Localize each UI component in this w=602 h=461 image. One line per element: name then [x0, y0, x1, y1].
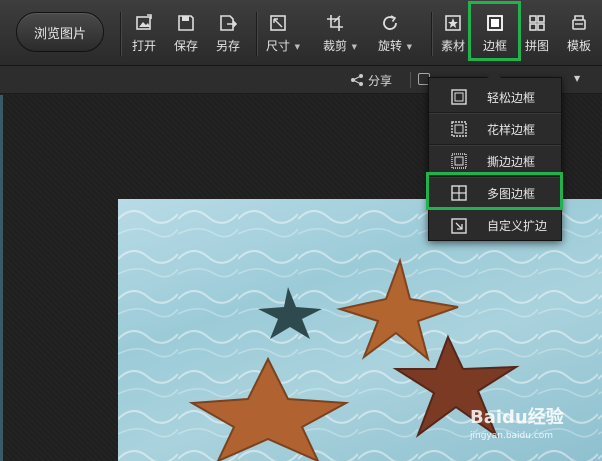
browse-images-button[interactable]: 浏览图片: [16, 12, 104, 52]
chevron-down-icon: ▼: [406, 43, 412, 51]
watermark-main: Baidu经验: [470, 407, 564, 428]
torn-border-icon: [451, 153, 467, 169]
rotate-icon: [383, 15, 397, 30]
chevron-down-icon: ▼: [294, 43, 300, 51]
custom-expand-icon: [451, 217, 467, 234]
material-label: 素材: [440, 39, 465, 53]
subbar-divider: [410, 72, 411, 88]
menu-label: 撕边边框: [487, 154, 536, 169]
rotate-label: 旋转: [377, 39, 402, 53]
save-button[interactable]: 保存: [167, 8, 205, 58]
open-label: 打开: [131, 39, 156, 53]
toolbar-divider: [431, 12, 432, 56]
menu-label: 轻松边框: [487, 90, 536, 105]
save-label: 保存: [173, 39, 198, 53]
share-icon: [351, 74, 363, 86]
open-button[interactable]: 打开: [125, 8, 163, 58]
menu-item-custom-expand[interactable]: 自定义扩边: [429, 210, 561, 241]
save-as-icon: [220, 15, 237, 31]
crop-label: 裁剪: [322, 39, 347, 53]
resize-button[interactable]: 尺寸 ▼: [259, 8, 300, 58]
border-button-highlight: [468, 1, 521, 61]
save-as-label: 另存: [215, 39, 240, 53]
collage-button[interactable]: 拼图: [518, 8, 556, 58]
collage-label: 拼图: [524, 39, 549, 53]
watermark-url: jingyan.baidu.com: [470, 431, 554, 441]
menu-item-pattern-border[interactable]: 花样边框: [429, 114, 561, 145]
rotate-button[interactable]: 旋转 ▼: [371, 8, 412, 58]
chevron-down-icon[interactable]: ▼: [574, 74, 580, 83]
crop-button[interactable]: 裁剪 ▼: [316, 8, 357, 58]
share-button[interactable]: 分享: [350, 71, 392, 89]
save-icon: [178, 15, 194, 31]
crop-icon: [327, 15, 343, 31]
material-button[interactable]: 素材: [434, 8, 472, 58]
chevron-down-icon: ▼: [351, 43, 357, 51]
toolbar-divider: [120, 12, 121, 56]
resize-label: 尺寸: [265, 39, 290, 53]
material-icon: [445, 15, 461, 31]
template-icon: [572, 15, 586, 30]
border-dropdown-menu: 轻松边框 花样边框 撕边边框 多图边框 自定义扩边: [428, 71, 562, 241]
menu-label: 花样边框: [487, 122, 536, 137]
share-label: 分享: [368, 73, 393, 88]
baidu-watermark: Baidu经验 jingyan.baidu.com: [470, 403, 590, 443]
save-as-button[interactable]: 另存: [209, 8, 247, 58]
pattern-border-icon: [451, 121, 467, 137]
multi-image-border-highlight: [426, 172, 563, 210]
open-icon: [136, 14, 152, 30]
template-button[interactable]: 模板: [560, 8, 598, 58]
menu-label: 自定义扩边: [487, 219, 548, 233]
toolbar-divider: [256, 12, 257, 56]
canvas-edge: [0, 95, 3, 461]
menu-item-simple-border[interactable]: 轻松边框: [429, 82, 561, 113]
template-label: 模板: [566, 39, 591, 53]
resize-icon: [270, 15, 286, 31]
collage-icon: [529, 15, 545, 31]
simple-border-icon: [451, 89, 467, 105]
